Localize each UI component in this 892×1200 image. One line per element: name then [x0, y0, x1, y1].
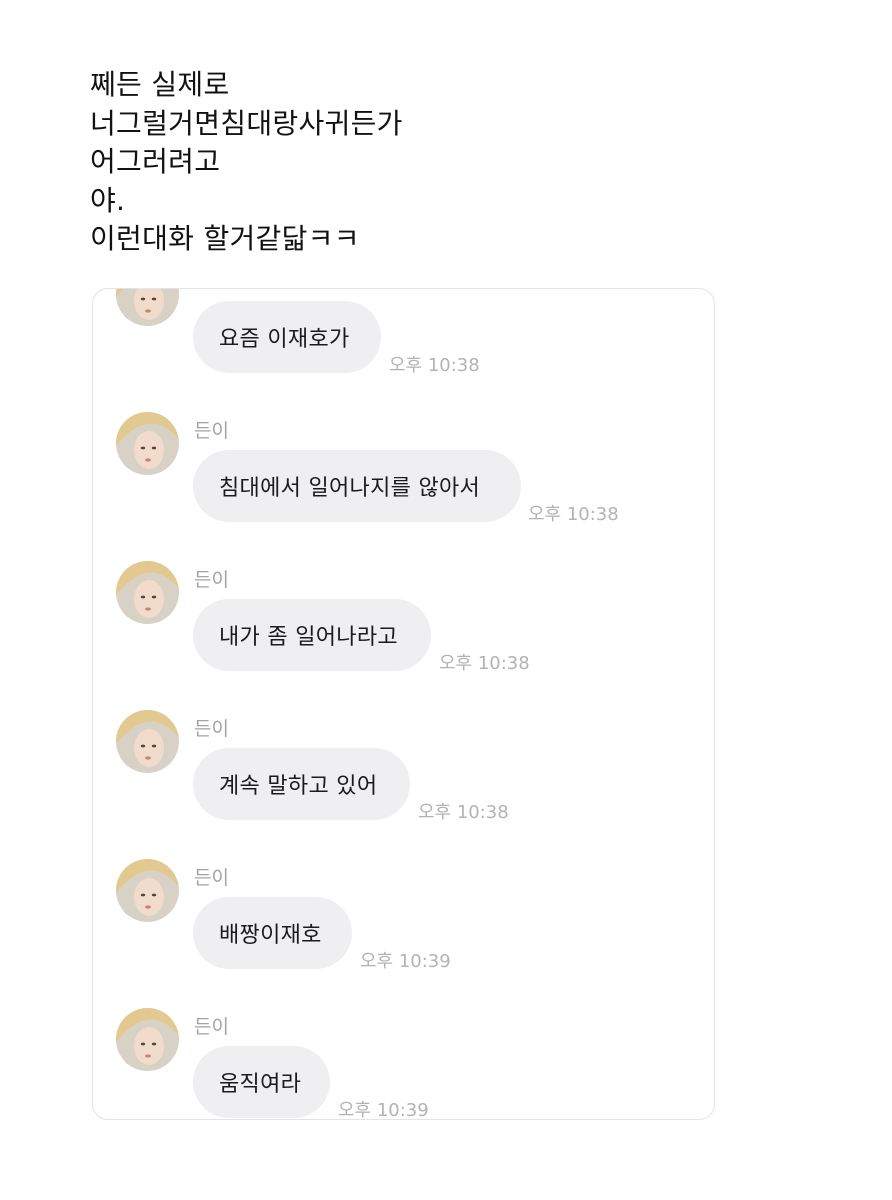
sender-name: 든이 — [194, 867, 229, 889]
profile-photo-icon — [116, 710, 179, 773]
message-text: 계속 말하고 있어 — [219, 774, 378, 799]
post-line: 너그럴거면침대랑사귀든가 — [90, 106, 403, 140]
message-text: 내가 좀 일어나라고 — [219, 625, 398, 650]
message-time: 오후 10:38 — [528, 504, 619, 525]
profile-photo-icon — [116, 859, 179, 922]
profile-photo-icon — [116, 1008, 179, 1071]
message-time: 오후 10:38 — [389, 355, 480, 376]
post-line: 야. — [90, 183, 126, 217]
sender-name: 든이 — [194, 1016, 229, 1038]
post-line: 어그러려고 — [90, 145, 221, 178]
avatar[interactable] — [116, 710, 179, 773]
profile-photo-icon — [116, 561, 179, 624]
sender-name: 든이 — [194, 420, 229, 442]
post-line: 쩨든 실제로 — [90, 68, 230, 101]
message-time: 오후 10:38 — [418, 802, 509, 823]
message-time: 오후 10:38 — [439, 653, 530, 674]
message-bubble[interactable]: 계속 말하고 있어 — [193, 748, 410, 820]
message-bubble[interactable]: 요즘 이재호가 — [193, 301, 381, 373]
message-bubble[interactable]: 침대에서 일어나지를 않아서 — [193, 450, 521, 522]
sender-name: 든이 — [194, 718, 229, 740]
profile-photo-icon — [116, 412, 179, 475]
message-text: 침대에서 일어나지를 않아서 — [219, 476, 481, 501]
sender-name: 든이 — [194, 569, 229, 591]
avatar[interactable] — [116, 1008, 179, 1071]
message-time: 오후 10:39 — [360, 951, 451, 972]
message-text: 배짱이재호 — [219, 923, 322, 948]
message-bubble[interactable]: 내가 좀 일어나라고 — [193, 599, 431, 671]
message-text: 움직여라 — [219, 1072, 302, 1097]
avatar[interactable] — [116, 561, 179, 624]
message-text: 요즘 이재호가 — [219, 327, 350, 352]
avatar[interactable] — [116, 412, 179, 475]
profile-photo-icon — [116, 289, 179, 326]
post-line: 이런대화 할거같닯ㅋㅋ — [90, 222, 360, 255]
avatar[interactable] — [116, 859, 179, 922]
post-text: 쩨든 실제로 너그럴거면침대랑사귀든가 어그러려고 야. 이런대화 할거같닯ㅋㅋ — [90, 66, 403, 259]
avatar[interactable] — [116, 289, 179, 326]
message-time: 오후 10:39 — [338, 1100, 429, 1120]
message-bubble[interactable]: 배짱이재호 — [193, 897, 352, 969]
chat-screenshot: 요즘 이재호가 오후 10:38 든이 침대에서 일어나지를 않아서 오후 10… — [92, 288, 715, 1120]
message-bubble[interactable]: 움직여라 — [193, 1046, 330, 1118]
